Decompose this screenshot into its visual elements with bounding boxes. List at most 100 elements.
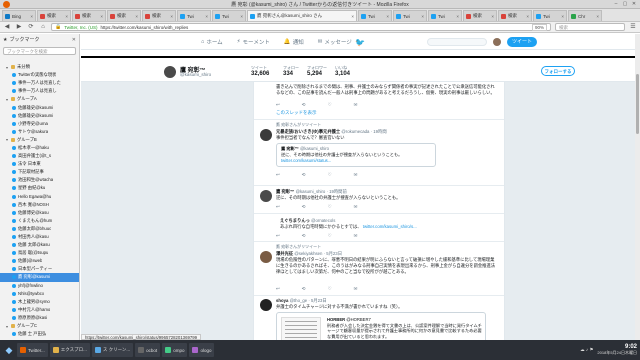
retweet-icon[interactable]: ⟲ <box>302 102 306 108</box>
tweet-author[interactable]: えぐちまりんっ <box>280 218 310 223</box>
tab-close-icon[interactable]: × <box>596 14 599 19</box>
bookmark-folder[interactable]: ▾ グループA <box>0 95 79 103</box>
twitter-bird-icon[interactable]: 🐦 <box>355 38 365 47</box>
tweet-author[interactable]: shoya <box>276 298 288 303</box>
tweet-avatar[interactable] <box>260 129 272 141</box>
tab-close-icon[interactable]: × <box>421 14 424 19</box>
browser-tab[interactable]: Twi × <box>358 10 392 21</box>
bookmark-item[interactable]: 木上龍男@symo <box>0 298 79 306</box>
browser-tab[interactable]: Twi × <box>212 10 246 21</box>
tweet-link[interactable]: twitter.com/kasumi_shiro/s... <box>363 224 417 229</box>
like-icon[interactable]: ♡ <box>328 286 332 292</box>
quoted-tweet[interactable]: 鷹 宛彰™ @kasumi_shiro 逆に、その時期は他社の弁護士が捜査が入ら… <box>276 143 436 167</box>
url-bar[interactable]: 🔒 Twitter, Inc. (US) https://twitter.com… <box>51 23 551 31</box>
reload-button[interactable]: ⟳ <box>27 23 35 31</box>
retweet-icon[interactable]: ⟲ <box>302 286 306 292</box>
minimize-button[interactable]: – <box>613 1 619 7</box>
bookmark-item[interactable]: Nhls@tywbcx <box>0 290 79 298</box>
stat-likes[interactable]: いいね 3,104 <box>335 65 350 77</box>
reply-icon[interactable]: ↩ <box>276 102 280 108</box>
nav-home[interactable]: ⌂ ホーム <box>201 38 223 46</box>
bookmark-item[interactable]: 鳥居 聡(@tsupu <box>0 249 79 257</box>
browser-tab[interactable]: Chr × <box>568 10 602 21</box>
bookmark-item[interactable]: 事件一万人は見直し <box>0 87 79 95</box>
bookmark-item[interactable]: Hello Egawa@hu <box>0 193 79 201</box>
expand-arrow-icon[interactable]: ▾ <box>6 65 9 70</box>
tab-close-icon[interactable]: × <box>491 14 494 19</box>
taskbar-app-button[interactable]: Twitter... <box>17 343 48 357</box>
browser-tab[interactable]: 検索 × <box>142 10 176 21</box>
tab-close-icon[interactable]: × <box>386 14 389 19</box>
stat-following[interactable]: フォロー 334 <box>283 65 299 77</box>
expand-arrow-icon[interactable]: ▾ <box>6 324 9 329</box>
reply-icon[interactable]: ↩ <box>276 286 280 292</box>
bookmark-folder[interactable]: ▾ 未分類 <box>0 63 79 71</box>
tweet-item[interactable]: 鷹 宛彰さんがリツイート 元暴走族/おいさき(ゆ)事元弁護士 @rokumeca… <box>254 120 504 186</box>
taskbar-app-button[interactable]: ocbot <box>135 343 161 357</box>
back-button[interactable]: ◀ <box>3 23 11 31</box>
profile-avatar[interactable] <box>163 65 177 79</box>
twitter-search-input[interactable] <box>427 38 487 46</box>
dm-icon[interactable]: ✉ <box>354 233 358 239</box>
bookmark-item[interactable]: 高田弁護士(@t_s <box>0 152 79 160</box>
tweet-author[interactable]: 鷹 宛彰™ <box>276 189 294 194</box>
retweet-icon[interactable]: ⟲ <box>302 172 306 178</box>
bookmark-item[interactable]: 佐藤(@sweb <box>0 257 79 265</box>
tweet-author[interactable]: 元暴走族/おいさき(ゆ)事元弁護士 <box>276 129 340 134</box>
expand-arrow-icon[interactable]: ▾ <box>6 137 9 142</box>
clock[interactable]: 9:02 2018年5月24日木曜日 <box>597 344 637 356</box>
bookmark-item[interactable]: 西木 寛@NOSH <box>0 201 79 209</box>
show-thread-link[interactable]: このスレッドを表示 <box>276 110 317 116</box>
bookmark-item[interactable]: 村田秀人@kasu <box>0 233 79 241</box>
dm-icon[interactable]: ✉ <box>354 286 358 292</box>
bookmark-item[interactable]: 中村元人@hamo <box>0 306 79 314</box>
tab-close-icon[interactable]: × <box>30 14 33 19</box>
url-text[interactable]: https://twitter.com/kasumi_shiro/with_re… <box>101 25 529 30</box>
dm-icon[interactable]: ✉ <box>354 204 358 210</box>
bookmark-item[interactable]: 日本型パーティー <box>0 265 79 273</box>
follow-button[interactable]: フォローする <box>541 66 575 76</box>
browser-tab[interactable]: Twi × <box>533 10 567 21</box>
tweet-item[interactable]: えぐちまりんっ @ornatecols あぶれ四行な自宅時間にかかるとすでは、 … <box>254 214 504 242</box>
like-icon[interactable]: ♡ <box>328 233 332 239</box>
bookmark-item[interactable]: 事件一万人は見直した <box>0 79 79 87</box>
expand-arrow-icon[interactable]: ▾ <box>6 97 9 102</box>
tweet-item[interactable]: 書き込んで削除されるまでの間は、刑事、弁護士のみならず関係者の事実が記述されたこ… <box>254 82 504 120</box>
browser-tab[interactable]: 検索 × <box>107 10 141 21</box>
bookmark-item[interactable]: 原原原原@kasi <box>0 314 79 322</box>
bookmark-item[interactable]: くまえもん@hum <box>0 217 79 225</box>
stat-tweets[interactable]: ツイート 32,606 <box>251 65 269 77</box>
like-icon[interactable]: ♡ <box>328 172 332 178</box>
bookmark-item[interactable]: 星野 由紀@ku <box>0 184 79 192</box>
nav-notifications[interactable]: 🔔 通知 <box>284 38 304 46</box>
dm-icon[interactable]: ✉ <box>354 102 358 108</box>
retweet-icon[interactable]: ⟲ <box>302 204 306 210</box>
tab-close-icon[interactable]: × <box>205 14 208 19</box>
tab-close-icon[interactable]: × <box>100 14 103 19</box>
taskbar-app-button[interactable]: ologo <box>189 343 215 357</box>
bookmark-item[interactable]: 佐藤太郎@bhuuc <box>0 225 79 233</box>
bookmark-item[interactable]: 法令 日本東 <box>0 160 79 168</box>
tab-close-icon[interactable]: × <box>170 14 173 19</box>
menu-icon[interactable]: ☰ <box>629 23 637 31</box>
sidebar-close-button[interactable]: ✕ <box>72 37 76 43</box>
tweet-media-card[interactable]: HORBER @HORBER7 刑務者が入会した決定金銭を得て文書の上は、公認案件… <box>276 312 486 340</box>
bookmark-item[interactable]: 下記取材記事 <box>0 168 79 176</box>
dm-icon[interactable]: ✉ <box>354 172 358 178</box>
browser-search-input[interactable]: 検索 <box>555 23 625 31</box>
tweet-time[interactable]: 5月23日 <box>326 251 342 256</box>
taskbar-app-button[interactable]: ompo <box>162 343 188 357</box>
bookmark-item[interactable]: 佐藤 士 戸田弘 <box>0 330 79 338</box>
like-icon[interactable]: ♡ <box>328 102 332 108</box>
site-identity[interactable]: Twitter, Inc. (US) <box>64 25 97 30</box>
bookmark-folder[interactable]: ▾ グループC <box>0 322 79 330</box>
tab-close-icon[interactable]: × <box>561 14 564 19</box>
bookmark-item[interactable]: 佐藤雄史@kasumi <box>0 103 79 111</box>
browser-tab[interactable]: Twi × <box>177 10 211 21</box>
taskbar-app-button[interactable]: エクスプロ... <box>49 343 90 357</box>
bookmark-item[interactable]: 佐藤 太郎@kasu <box>0 241 79 249</box>
tweet-item[interactable]: shoya @tho_ge · 5月23日 弁護士のタイムチャージに対する不満が… <box>254 296 504 340</box>
taskbar-app-button[interactable]: ス クリーン... <box>91 343 134 357</box>
tab-close-icon[interactable]: × <box>135 14 138 19</box>
sidebar-title[interactable]: ブックマーク <box>9 36 39 43</box>
